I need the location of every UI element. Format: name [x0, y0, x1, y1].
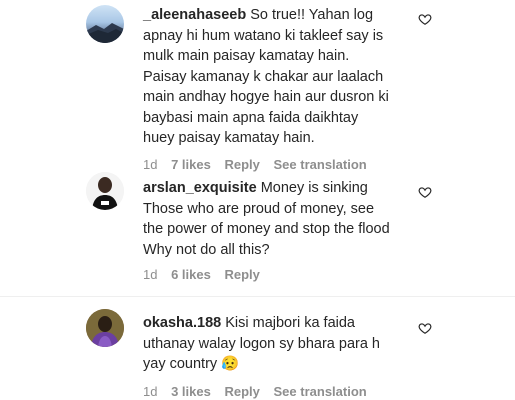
comment-meta: 1d 3 likes Reply See translation: [143, 384, 377, 399]
likes-count[interactable]: 6 likes: [171, 267, 211, 282]
comment-meta: 1d 6 likes Reply: [143, 267, 270, 282]
comment-username[interactable]: okasha.188: [143, 315, 221, 331]
avatar-image: [86, 172, 124, 210]
heart-icon[interactable]: [418, 12, 432, 26]
reply-button[interactable]: Reply: [224, 384, 259, 399]
comment-meta: 1d 7 likes Reply See translation: [143, 157, 377, 172]
comment-text: arslan_exquisite Money is sinking Those …: [143, 178, 393, 260]
comment-time: 1d: [143, 157, 158, 172]
avatar-image: [86, 23, 124, 43]
comment-username[interactable]: _aleenahaseeb: [143, 7, 246, 23]
comment-body: So true!! Yahan log apnay hi hum watano …: [143, 7, 389, 146]
reply-button[interactable]: Reply: [224, 157, 259, 172]
avatar[interactable]: [86, 5, 124, 43]
see-translation-button[interactable]: See translation: [274, 157, 367, 172]
comment-text: okasha.188 Kisi majbori ka faida uthanay…: [143, 313, 393, 375]
avatar-image: [86, 309, 124, 347]
avatar[interactable]: [86, 172, 124, 210]
avatar[interactable]: [86, 309, 124, 347]
see-translation-button[interactable]: See translation: [274, 384, 367, 399]
comment-username[interactable]: arslan_exquisite: [143, 180, 257, 196]
heart-icon[interactable]: [418, 185, 432, 199]
heart-icon[interactable]: [418, 321, 432, 335]
reply-button[interactable]: Reply: [224, 267, 259, 282]
comment-text: _aleenahaseeb So true!! Yahan log apnay …: [143, 5, 393, 149]
divider: [0, 296, 515, 297]
comment-time: 1d: [143, 384, 158, 399]
likes-count[interactable]: 3 likes: [171, 384, 211, 399]
comment-time: 1d: [143, 267, 158, 282]
likes-count[interactable]: 7 likes: [171, 157, 211, 172]
